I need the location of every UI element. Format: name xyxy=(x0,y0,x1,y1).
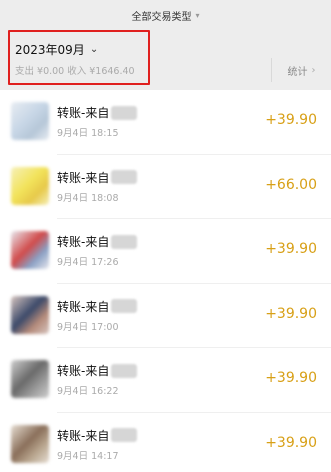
filter-label: 全部交易类型 xyxy=(131,11,192,23)
redacted-name xyxy=(111,428,138,442)
transaction-amount: +39.90 xyxy=(265,434,317,451)
transaction-title: 转账-来自 xyxy=(57,106,110,120)
redacted-name xyxy=(111,105,138,120)
transaction-time: 9月4日 17:00 xyxy=(57,321,119,333)
avatar xyxy=(11,102,49,140)
statistics-label: 统计 xyxy=(287,66,308,78)
transaction-time: 9月4日 16:22 xyxy=(57,386,119,397)
transaction-title: 转账-来自 xyxy=(57,428,110,443)
transaction-row[interactable]: 转账-来自 9月4日 18:15 +39.90 xyxy=(0,90,331,155)
avatar xyxy=(11,166,49,205)
statistics-button[interactable]: 统计 › xyxy=(271,58,331,82)
transaction-title: 转账-来自 xyxy=(57,235,110,249)
avatar xyxy=(11,295,49,334)
transaction-title: 转账-来自 xyxy=(57,364,110,378)
transaction-title: 转账-来自 xyxy=(57,299,110,314)
transaction-time: 9月4日 17:26 xyxy=(57,257,119,268)
redacted-name xyxy=(111,299,138,313)
transaction-list: 转账-来自 9月4日 18:15 +39.90 转账-来自 9月4日 18:08… xyxy=(0,90,331,472)
transaction-amount: +66.00 xyxy=(265,176,317,193)
transaction-amount: +39.90 xyxy=(265,112,317,128)
avatar xyxy=(11,424,49,463)
avatar xyxy=(11,360,49,398)
transaction-row[interactable]: 转账-来自 9月4日 16:22 +39.90 xyxy=(0,348,331,413)
transaction-row[interactable]: 转账-来自 9月4日 17:26 +39.90 xyxy=(0,219,331,284)
transaction-time: 9月4日 18:15 xyxy=(57,128,119,139)
transaction-title: 转账-来自 xyxy=(57,170,110,185)
transaction-amount: +39.90 xyxy=(265,370,317,386)
transaction-row[interactable]: 转账-来自 9月4日 17:00 +39.90 xyxy=(0,284,331,348)
redacted-name xyxy=(111,363,138,378)
transaction-row[interactable]: 转账-来自 9月4日 18:08 +66.00 xyxy=(0,155,331,219)
avatar xyxy=(11,231,49,269)
chevron-down-icon: ▾ xyxy=(195,10,200,20)
redacted-name xyxy=(111,234,138,249)
transaction-type-filter[interactable]: 全部交易类型 ▾ xyxy=(0,0,331,30)
highlight-annotation xyxy=(8,30,150,85)
chevron-right-icon: › xyxy=(311,64,316,76)
transaction-time: 9月4日 18:08 xyxy=(57,192,119,204)
transaction-time: 9月4日 14:17 xyxy=(57,450,119,462)
transaction-amount: +39.90 xyxy=(265,305,317,322)
transaction-amount: +39.90 xyxy=(265,241,317,257)
transaction-row[interactable]: 转账-来自 9月4日 14:17 +39.90 xyxy=(0,413,331,472)
redacted-name xyxy=(111,170,138,184)
